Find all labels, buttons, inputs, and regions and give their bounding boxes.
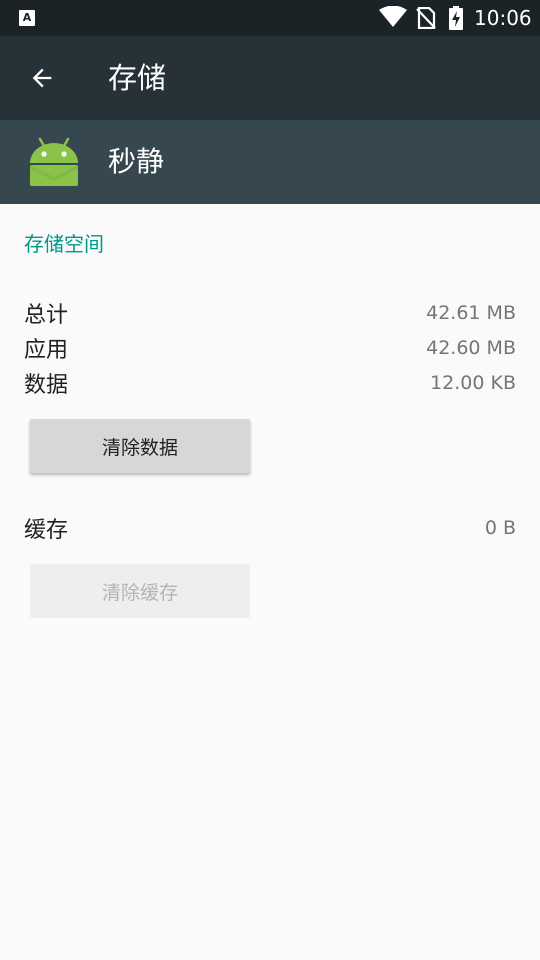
row-value: 12.00 KB: [430, 372, 516, 394]
row-value: 42.61 MB: [426, 302, 516, 324]
battery-charging-icon: [449, 6, 463, 30]
arrow-back-icon: [32, 68, 52, 88]
clear-cache-button[interactable]: 清除缓存: [30, 564, 250, 618]
notification-a-icon: A: [19, 10, 35, 26]
app-header: 秒静: [0, 120, 540, 204]
storage-section-title: 存储空间: [24, 232, 104, 256]
page-title: 存储: [108, 61, 167, 95]
status-bar: A 10:06: [0, 0, 540, 36]
storage-row-app: 应用 42.60 MB: [24, 331, 516, 365]
app-name: 秒静: [108, 145, 165, 178]
cache-row: 缓存 0 B: [24, 511, 516, 545]
row-label: 总计: [24, 303, 69, 328]
storage-row-total: 总计 42.61 MB: [24, 296, 516, 330]
row-label: 应用: [24, 338, 69, 363]
android-robot-icon: [30, 137, 78, 186]
no-sim-icon: [416, 7, 436, 29]
clock-time: 10:06: [474, 6, 532, 30]
back-button[interactable]: [20, 58, 64, 98]
row-value: 42.60 MB: [426, 337, 516, 359]
toolbar: 存储: [0, 36, 540, 120]
clear-data-button[interactable]: 清除数据: [30, 419, 250, 473]
storage-row-data: 数据 12.00 KB: [24, 366, 516, 400]
cache-value: 0 B: [484, 517, 516, 539]
wifi-icon: [379, 6, 407, 27]
row-label: 数据: [24, 373, 69, 398]
cache-label: 缓存: [24, 518, 69, 543]
